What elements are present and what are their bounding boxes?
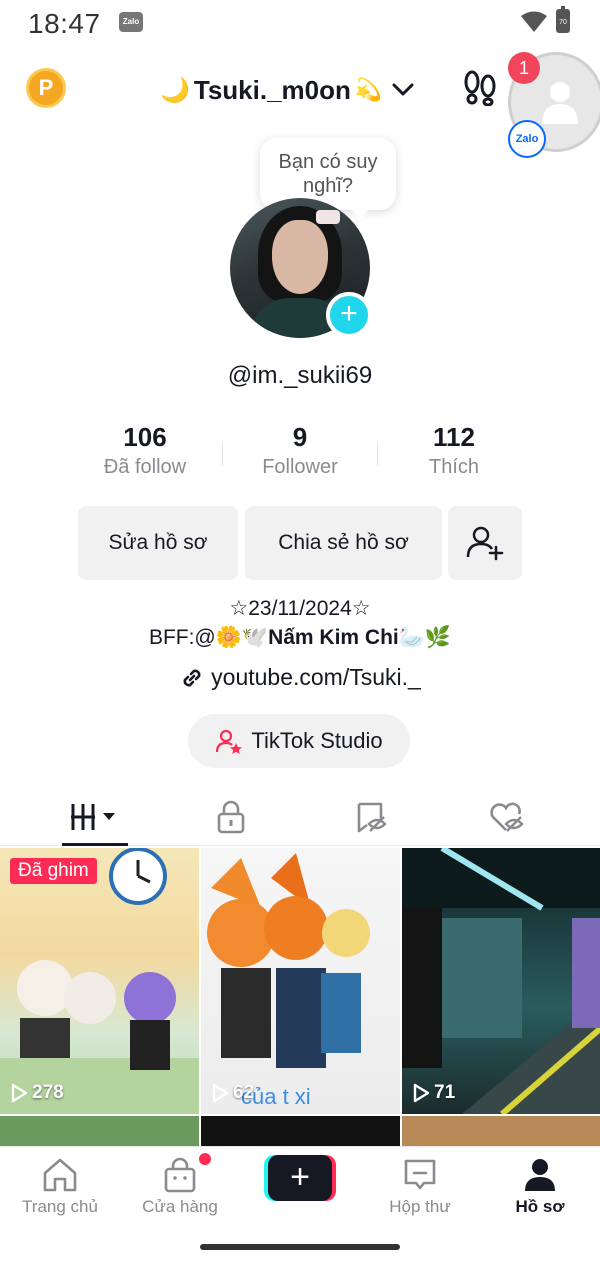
nav-shop[interactable]: Cửa hàng <box>120 1147 240 1227</box>
video-tile[interactable]: 71 <box>402 848 600 1114</box>
bio-link[interactable]: youtube.com/Tsuki._ <box>0 664 600 691</box>
inbox-icon <box>404 1159 436 1190</box>
play-icon <box>212 1083 229 1103</box>
add-user-icon <box>466 526 504 561</box>
stat-likes[interactable]: 112 Thích <box>374 420 534 479</box>
video-tile[interactable]: Đã ghim 278 <box>0 848 199 1114</box>
notification-badge: 1 <box>508 52 540 84</box>
tab-reposts[interactable] <box>296 788 446 846</box>
person-icon <box>542 82 578 124</box>
bookmark-hidden-icon <box>357 802 387 833</box>
bff-mention[interactable]: Nấm Kim Chi <box>268 626 399 649</box>
stat-followers[interactable]: 9 Follower <box>220 420 380 479</box>
status-time: 18:47 <box>28 8 101 39</box>
play-icon <box>11 1083 28 1103</box>
status-bar: 18:47 Zalo 70 <box>0 0 600 50</box>
home-indicator[interactable] <box>200 1244 400 1250</box>
video-tile[interactable] <box>201 1116 400 1146</box>
pinned-badge: Đã ghim <box>10 858 97 884</box>
view-count: 62 <box>211 1082 254 1104</box>
bio-date: ☆23/11/2024☆ <box>229 597 371 620</box>
plus-icon: + <box>268 1155 332 1201</box>
nav-home[interactable]: Trang chủ <box>0 1147 120 1227</box>
stat-following[interactable]: 106 Đã follow <box>65 420 225 479</box>
zalo-logo: Zalo <box>508 120 546 158</box>
profile-stats: 106 Đã follow 9 Follower 112 Thích <box>0 420 600 490</box>
active-tab-indicator <box>62 843 128 846</box>
battery-icon: 70 <box>556 6 570 33</box>
tab-private[interactable] <box>156 788 306 846</box>
moon-emoji: 🌙 <box>160 76 190 104</box>
grid-icon <box>71 804 115 830</box>
profile-icon <box>525 1159 555 1191</box>
video-tile[interactable] <box>0 1116 199 1146</box>
account-switcher[interactable]: 🌙 Tsuki._m0on 💫 <box>160 72 414 108</box>
video-thumbnail <box>207 853 370 1068</box>
video-tile[interactable] <box>402 1116 600 1146</box>
video-tile[interactable]: của t xi 62 <box>201 848 400 1114</box>
header-username: Tsuki._m0on <box>193 74 351 105</box>
profile-handle: @im._sukii69 <box>227 362 373 389</box>
video-grid: Đã ghim 278 của t xi 62 71 <box>0 848 600 1148</box>
video-thumbnail <box>402 848 600 1114</box>
link-icon <box>183 669 201 686</box>
footprints-icon[interactable] <box>462 70 498 106</box>
bio-link-text: youtube.com/Tsuki._ <box>211 664 421 690</box>
create-button[interactable]: + <box>264 1155 336 1201</box>
points-icon[interactable]: P <box>26 68 66 108</box>
zalo-notification-icon: Zalo <box>119 12 143 32</box>
view-count: 71 <box>412 1082 455 1104</box>
nav-inbox[interactable]: Hộp thư <box>360 1147 480 1227</box>
shop-icon <box>164 1157 196 1193</box>
tab-liked[interactable] <box>432 788 582 846</box>
heart-hidden-icon <box>490 802 524 832</box>
sparkle-emoji: 💫 <box>354 77 383 102</box>
chevron-down-icon <box>392 83 414 96</box>
edit-profile-button[interactable]: Sửa hồ sơ <box>78 506 238 580</box>
creator-icon <box>216 729 243 754</box>
tab-videos[interactable] <box>20 788 170 846</box>
wifi-icon <box>521 11 547 32</box>
content-tabs <box>0 788 600 846</box>
share-profile-button[interactable]: Chia sẻ hồ sơ <box>245 506 442 580</box>
nav-profile[interactable]: Hồ sơ <box>480 1147 600 1227</box>
video-thumbnail <box>0 848 199 1114</box>
bottom-nav: Trang chủ Cửa hàng + Hộp thư Hồ sơ <box>0 1146 600 1226</box>
home-icon <box>43 1158 77 1192</box>
thought-bubble[interactable]: Bạn có suy nghĩ? <box>260 138 396 220</box>
play-icon <box>413 1083 430 1103</box>
add-friend-button[interactable] <box>448 506 522 580</box>
shop-notification-dot <box>199 1153 211 1165</box>
add-story-button[interactable]: + <box>326 292 372 338</box>
tiktok-studio-button[interactable]: TikTok Studio <box>188 714 410 768</box>
bio-bff: BFF:@🌼🕊️Nấm Kim Chi🦢🌿 <box>148 626 452 649</box>
lock-icon <box>217 800 245 834</box>
view-count: 278 <box>10 1082 64 1104</box>
